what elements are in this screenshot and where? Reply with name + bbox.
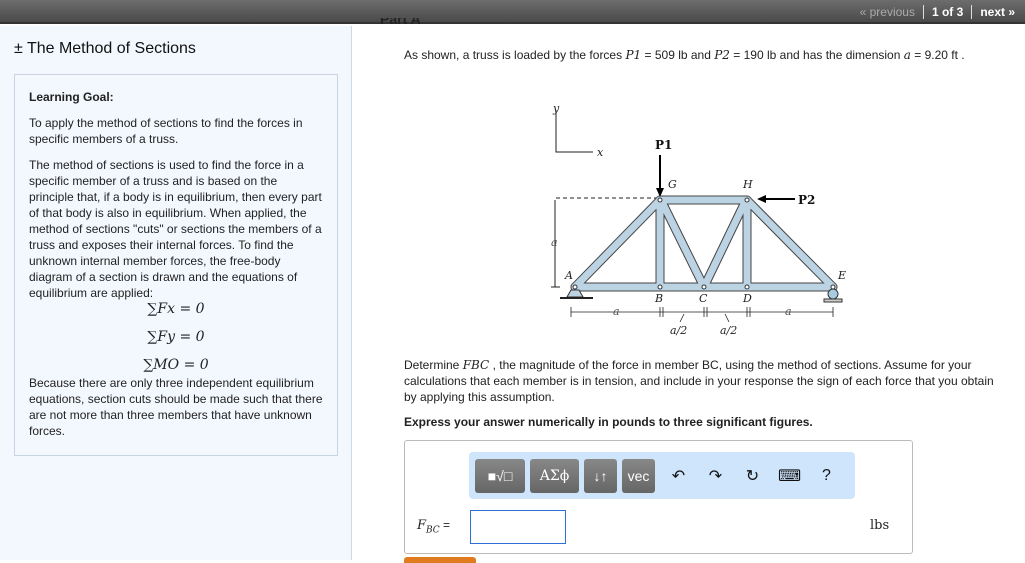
dim-a-vertical: a	[551, 236, 558, 249]
a-symbol: a	[903, 48, 911, 62]
equals: =	[439, 518, 451, 532]
subscript-superscript-button[interactable]: ↓↑	[584, 458, 617, 493]
greek-symbols-button[interactable]: ΑΣϕ	[530, 458, 579, 493]
subscript: BC	[426, 525, 440, 536]
goal-paragraph: The method of sections is used to find t…	[29, 158, 322, 300]
node-a: A	[564, 269, 573, 282]
goal-heading: Learning Goal:	[29, 90, 114, 104]
fbc-symbol: FBC	[462, 358, 490, 372]
node-g: G	[668, 178, 677, 191]
text: As shown, a truss is loaded by the force…	[404, 48, 626, 62]
undo-icon[interactable]: ↶	[660, 466, 697, 486]
node-h: H	[742, 178, 753, 191]
math-toolbar: ■√□ ΑΣϕ ↓↑ vec ↶ ↷ ↻ ⌨ ?	[469, 452, 855, 499]
text: = 190 lb and has the dimension	[729, 48, 904, 62]
panel-title[interactable]: ± The Method of Sections	[14, 40, 196, 58]
previous-link[interactable]: « previous	[860, 5, 915, 19]
pager: « previous 1 of 3 next »	[860, 5, 1015, 19]
divider	[971, 5, 973, 19]
text: = 509 lb and	[641, 48, 715, 62]
learning-goal-panel: ± The Method of Sections Learning Goal: …	[0, 26, 352, 560]
goal-paragraph-2: Because there are only three independent…	[29, 376, 323, 438]
equation-fy: ∑Fy = 0	[147, 329, 205, 345]
text: Determine	[404, 358, 463, 372]
answer-box: ■√□ ΑΣϕ ↓↑ vec ↶ ↷ ↻ ⌨ ? FBC = lbs	[404, 440, 913, 554]
question-text: Determine FBC , the magnitude of the for…	[404, 357, 994, 405]
text: = 9.20 ft .	[910, 48, 965, 62]
p1-symbol: P1	[625, 48, 642, 62]
node-d: D	[742, 292, 752, 305]
vector-button[interactable]: vec	[622, 458, 655, 493]
help-icon[interactable]: ?	[808, 467, 845, 485]
next-link[interactable]: next »	[980, 5, 1015, 19]
text: , the magnitude of the force in member B…	[404, 358, 994, 404]
roller-support-icon	[827, 288, 839, 300]
equation-mo: ∑MO = 0	[143, 357, 209, 373]
node-b: B	[654, 292, 663, 305]
node-e: E	[837, 269, 846, 282]
p2-symbol: P2	[714, 48, 730, 62]
unit-label: lbs	[870, 518, 890, 533]
x-axis-label: x	[597, 146, 604, 159]
divider	[922, 5, 924, 19]
keyboard-icon[interactable]: ⌨	[771, 466, 808, 486]
dim-a-half-2: a/2	[720, 324, 737, 337]
page-indicator: 1 of 3	[931, 5, 964, 19]
instructions: Express your answer numerically in pound…	[404, 415, 813, 429]
equation-fx: ∑Fx = 0	[147, 301, 205, 317]
templates-button[interactable]: ■√□	[475, 458, 525, 493]
f-symbol: F	[417, 518, 427, 533]
dim-a-half-1: a/2	[670, 324, 687, 337]
answer-label: FBC =	[417, 518, 450, 536]
learning-goal-box: Learning Goal: To apply the method of se…	[14, 74, 338, 456]
force-p2-label: P2	[798, 193, 815, 207]
answer-input[interactable]	[470, 510, 566, 544]
submit-button[interactable]	[404, 557, 476, 563]
node-c: C	[699, 292, 708, 305]
goal-text: To apply the method of sections to find …	[29, 116, 303, 146]
truss-figure: y x G H A B C D E a a a a/2 a/2 P1 P2	[551, 102, 846, 337]
reset-icon[interactable]: ↻	[734, 466, 771, 486]
redo-icon[interactable]: ↷	[697, 466, 734, 486]
dim-a-right: a	[785, 305, 792, 318]
force-p1-label: P1	[655, 138, 672, 152]
top-bar: « previous 1 of 3 next »	[0, 0, 1025, 24]
y-axis-label: y	[552, 102, 560, 115]
problem-intro: As shown, a truss is loaded by the force…	[404, 47, 994, 63]
dim-a-left: a	[613, 305, 620, 318]
part-heading: Part A	[380, 18, 421, 26]
